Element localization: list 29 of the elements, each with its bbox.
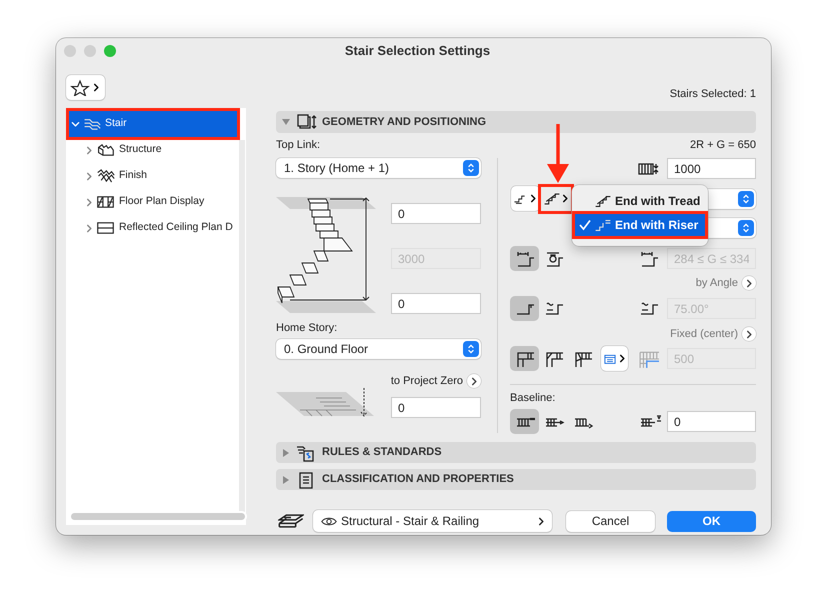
menu-item[interactable]: End with Riser (575, 214, 705, 236)
number-field[interactable]: 0 (667, 411, 756, 432)
tree-item[interactable]: Floor Plan Display (69, 189, 237, 215)
cancel-button[interactable]: Cancel (566, 510, 655, 532)
reference-label: to Project Zero (390, 374, 463, 389)
layer-combination-select[interactable]: Structural - Stair & Railing (313, 510, 552, 532)
section-header[interactable]: RULES & STANDARDS (276, 442, 756, 463)
number-field[interactable]: 0 (391, 203, 481, 224)
tree-item[interactable]: Structure (69, 137, 237, 163)
window-title: Stair Selection Settings (344, 42, 492, 60)
ok-button[interactable]: OK (667, 510, 756, 532)
number-field[interactable]: 0 (391, 293, 481, 314)
menu-item[interactable]: End with Tread (575, 190, 705, 212)
field-label: Home Story: (276, 321, 338, 335)
section-header[interactable]: GEOMETRY AND POSITIONING (276, 111, 756, 133)
home-story-select[interactable]: 0. Ground Floor (276, 339, 481, 359)
angle-mode-label: by Angle (696, 276, 738, 291)
rule-formula: 2R + G = 650 (690, 138, 756, 152)
section-header[interactable]: CLASSIFICATION AND PROPERTIES (276, 469, 756, 490)
number-field[interactable]: 0 (391, 397, 481, 418)
field-label: Baseline: (510, 391, 556, 405)
tree-item[interactable]: Stair (69, 111, 237, 137)
tree-item[interactable]: Reflected Ceiling Plan D (69, 215, 237, 241)
tree-item[interactable]: Finish (69, 163, 237, 189)
field-label: Top Link: (276, 138, 322, 152)
walkline-mode-label: Fixed (center) (670, 326, 738, 342)
number-field[interactable]: 1000 (667, 158, 756, 179)
top-link-select[interactable]: 1. Story (Home + 1) (276, 158, 481, 178)
selection-count: Stairs Selected: 1 (670, 86, 756, 102)
